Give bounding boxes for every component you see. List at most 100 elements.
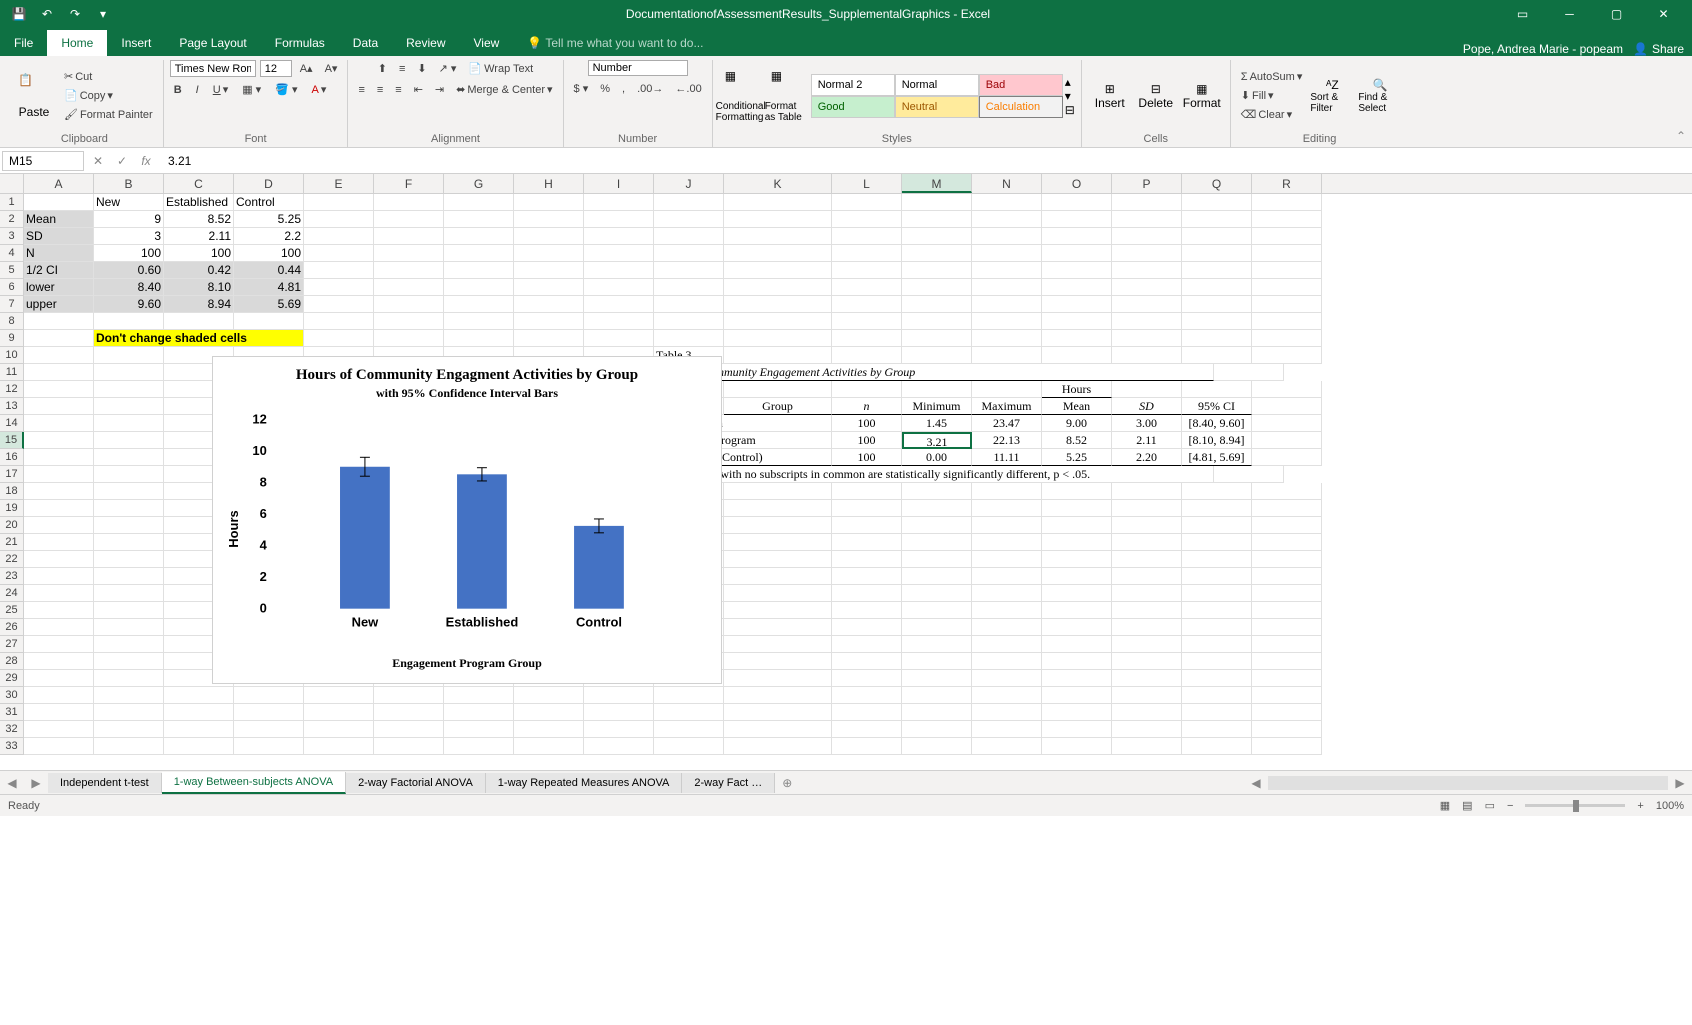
cell[interactable]: 3.00 [1112,415,1182,432]
cell[interactable] [1252,381,1322,398]
cell[interactable] [304,721,374,738]
tab-file[interactable]: File [0,30,47,56]
cell[interactable]: 2.2 [234,228,304,245]
col-header[interactable]: B [94,174,164,193]
cell[interactable]: 3.21 [902,432,972,449]
row-header[interactable]: 2 [0,211,24,228]
cell[interactable] [1252,738,1322,755]
sheet-tab[interactable]: 1-way Between-subjects ANOVA [162,772,346,794]
cell[interactable] [164,687,234,704]
cell[interactable] [1112,738,1182,755]
cell[interactable] [584,211,654,228]
cell[interactable]: New [94,194,164,211]
col-header[interactable]: P [1112,174,1182,193]
cell[interactable] [724,602,832,619]
cell[interactable] [24,619,94,636]
cell[interactable]: Don't change shaded cells [94,330,304,347]
col-header[interactable]: R [1252,174,1322,193]
row-header[interactable]: 28 [0,653,24,670]
row-header[interactable]: 27 [0,636,24,653]
cell[interactable] [234,704,304,721]
cell[interactable] [24,398,94,415]
cell[interactable] [1252,330,1322,347]
cell[interactable] [94,449,164,466]
cell[interactable]: 100 [832,449,902,466]
tab-formulas[interactable]: Formulas [261,30,339,56]
cell[interactable] [654,687,724,704]
cell[interactable] [1182,721,1252,738]
tab-data[interactable]: Data [339,30,392,56]
cell[interactable] [724,653,832,670]
cell[interactable] [1182,687,1252,704]
cell[interactable]: 5.25 [1042,449,1112,466]
cell[interactable] [94,534,164,551]
comma-icon[interactable]: , [618,80,629,97]
cell[interactable] [832,194,902,211]
fx-icon[interactable]: fx [134,154,158,168]
row-header[interactable]: 32 [0,721,24,738]
cell[interactable] [24,500,94,517]
increase-decimal-icon[interactable]: .00→ [633,80,667,97]
cell[interactable] [1252,687,1322,704]
cell[interactable] [304,211,374,228]
style-scroll-up[interactable]: ▴ [1065,75,1075,89]
cell[interactable]: 0.00 [902,449,972,466]
cell[interactable]: Minimum [902,398,972,415]
cell[interactable] [514,330,584,347]
cell[interactable] [514,738,584,755]
cell[interactable] [832,585,902,602]
cell[interactable]: Mean [1042,398,1112,415]
cell[interactable] [832,687,902,704]
cell[interactable]: 4.81 [234,279,304,296]
cell[interactable] [724,585,832,602]
cell[interactable] [832,517,902,534]
cell[interactable] [444,296,514,313]
style-good[interactable]: Good [811,96,895,118]
delete-cells-button[interactable]: ⊟Delete [1134,82,1178,110]
cell[interactable] [374,262,444,279]
cell[interactable] [514,194,584,211]
cell[interactable] [94,347,164,364]
cell[interactable]: 1.45 [902,415,972,432]
cell[interactable] [584,330,654,347]
cell[interactable] [234,313,304,330]
cell[interactable] [94,381,164,398]
cell[interactable] [832,347,902,364]
row-header[interactable]: 12 [0,381,24,398]
cell[interactable] [374,211,444,228]
cell[interactable] [1252,228,1322,245]
sort-filter-button[interactable]: ᴬZSort & Filter [1310,78,1354,114]
number-format-select[interactable] [588,60,688,76]
cell[interactable] [724,500,832,517]
cell[interactable] [832,211,902,228]
row-header[interactable]: 6 [0,279,24,296]
row-header[interactable]: 9 [0,330,24,347]
cell[interactable]: 100 [234,245,304,262]
cell[interactable] [1112,534,1182,551]
cell[interactable] [832,721,902,738]
cell[interactable] [832,738,902,755]
cell[interactable] [724,245,832,262]
cell[interactable] [444,704,514,721]
cell[interactable] [374,279,444,296]
cell[interactable] [514,262,584,279]
cell[interactable] [94,517,164,534]
cell[interactable] [24,483,94,500]
cell[interactable] [24,330,94,347]
cell[interactable] [832,602,902,619]
cell[interactable] [1252,211,1322,228]
cell[interactable] [304,687,374,704]
tab-review[interactable]: Review [392,30,459,56]
cell[interactable] [1182,194,1252,211]
cell[interactable] [94,687,164,704]
zoom-level[interactable]: 100% [1656,800,1684,812]
col-header[interactable]: E [304,174,374,193]
cell[interactable] [24,347,94,364]
cell[interactable] [444,721,514,738]
cell[interactable] [1252,517,1322,534]
row-header[interactable]: 5 [0,262,24,279]
cell[interactable] [24,432,94,449]
cell[interactable] [1112,602,1182,619]
cell[interactable] [584,704,654,721]
qat-dropdown-icon[interactable]: ▾ [90,2,116,26]
